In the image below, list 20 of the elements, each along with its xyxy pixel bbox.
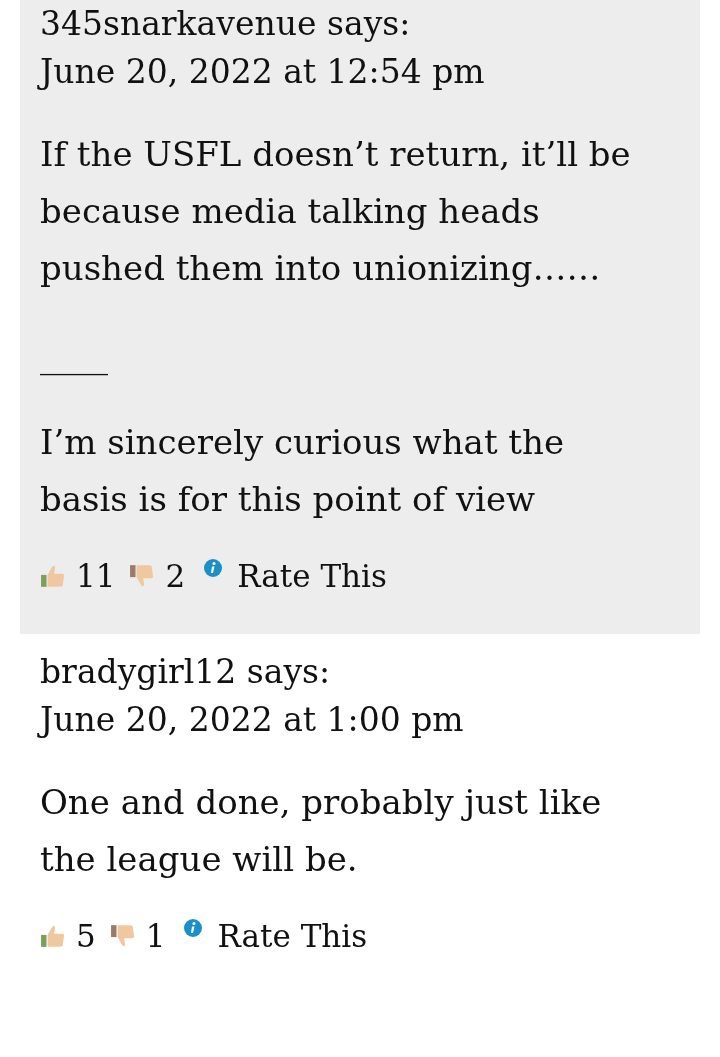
info-icon[interactable] <box>203 558 224 578</box>
like-count: 11 <box>76 558 116 594</box>
comment-author: 345snarkavenue <box>40 4 317 43</box>
thumbs-down-icon[interactable] <box>129 563 156 589</box>
rate-this-link[interactable]: Rate This <box>237 558 387 594</box>
info-icon[interactable] <box>183 918 204 938</box>
thumbs-up-icon[interactable] <box>40 923 66 949</box>
thumbs-up-icon[interactable] <box>40 563 66 589</box>
thumbs-down-icon[interactable] <box>109 923 136 949</box>
rate-this-link[interactable]: Rate This <box>217 918 368 954</box>
says-label: says: <box>246 652 331 691</box>
comment-text: ____ <box>40 334 109 378</box>
like-count: 5 <box>76 918 96 954</box>
comment-text: One and done, probably just like the league will be. <box>40 781 603 881</box>
dislike-count: 1 <box>145 918 166 954</box>
dislike-count: 2 <box>165 558 186 594</box>
comment-text: I’m sincerely curious what the basis is for this point of view <box>40 421 566 521</box>
says-label: says: <box>327 4 411 43</box>
comment-author: bradygirl12 <box>40 652 237 691</box>
comment-text: If the USFL doesn’t return, it’ll be because media talking heads pushed them into unionizing…… <box>40 133 632 290</box>
